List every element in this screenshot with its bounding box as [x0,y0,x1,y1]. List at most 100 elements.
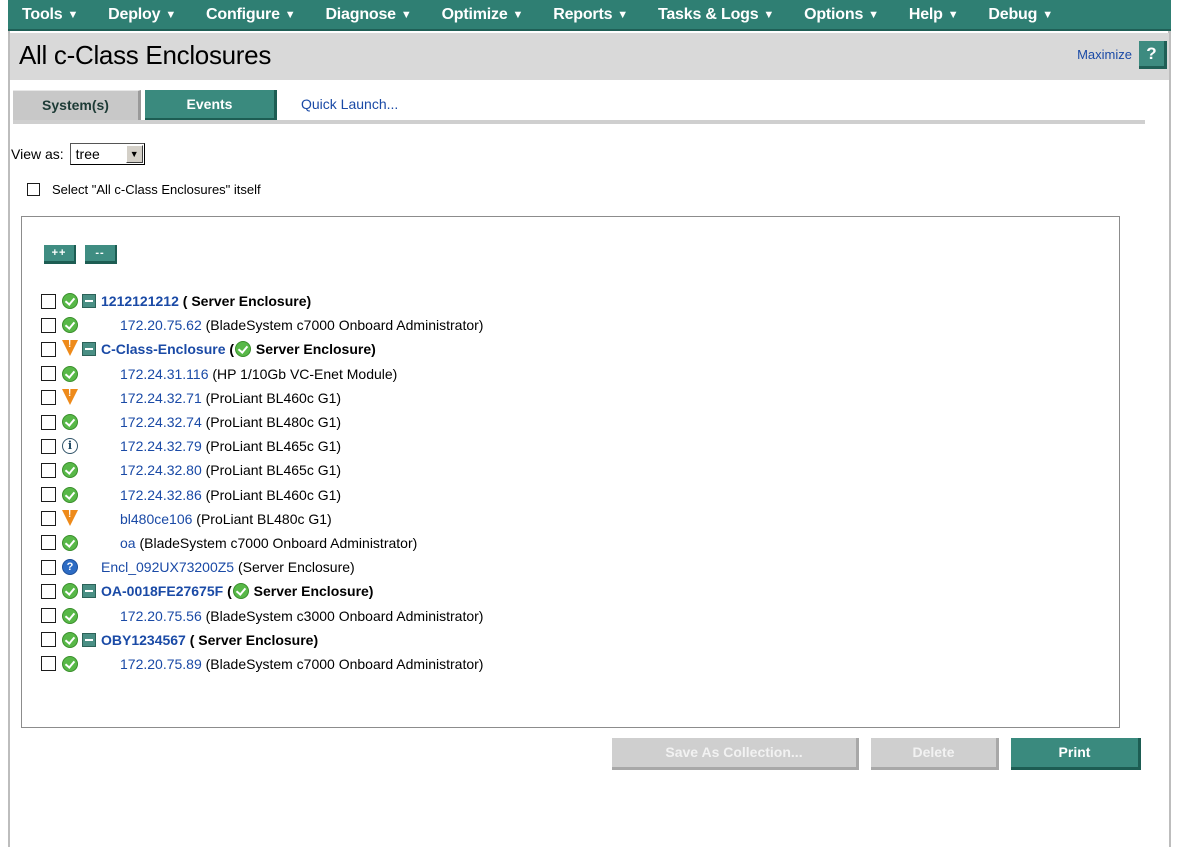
collapse-icon[interactable] [82,584,96,599]
view-as-control: View as: tree ▼ [11,143,145,165]
dropdown-arrow-icon[interactable]: ▼ [125,145,143,163]
tree-parent-row: 1212121212 ( Server Enclosure) [41,289,483,313]
row-description: (BladeSystem c7000 Onboard Administrator… [201,317,484,334]
chevron-down-icon: ▼ [763,8,775,21]
status-warning-icon [62,339,78,357]
maximize-link[interactable]: Maximize [1077,47,1132,62]
tree-row-label: 172.24.32.71 (ProLiant BL460c G1) [120,390,341,406]
quick-launch-link[interactable]: Quick Launch... [301,96,398,112]
row-checkbox[interactable] [41,511,56,527]
tree-row: 172.24.32.86 (ProLiant BL460c G1) [41,483,483,507]
menu-deploy[interactable]: Deploy ▼ [108,6,176,24]
system-link[interactable]: 172.24.32.80 [120,462,202,478]
chevron-down-icon: ▼ [400,8,412,21]
tree-row-label: 172.24.32.80 (ProLiant BL465c G1) [120,462,341,478]
menu-tasks-logs[interactable]: Tasks & Logs ▼ [658,6,774,24]
menu-options[interactable]: Options ▼ [804,6,879,24]
tree-row: i 172.24.32.79 (ProLiant BL465c G1) [41,434,483,458]
row-checkbox[interactable] [41,559,56,575]
system-link[interactable]: 1212121212 [101,293,179,309]
row-checkbox[interactable] [41,608,56,624]
system-link[interactable]: oa [120,535,136,551]
system-link[interactable]: 172.20.75.89 [120,656,202,672]
menu-label: Tasks & Logs [657,5,759,23]
row-checkbox[interactable] [41,462,56,478]
tree-parent-row: OA-0018FE27675F ( Server Enclosure) [41,579,483,603]
system-link[interactable]: 172.24.32.86 [120,487,202,503]
row-checkbox[interactable] [41,414,56,430]
row-checkbox[interactable] [41,366,56,382]
menu-tools[interactable]: Tools ▼ [22,6,78,24]
chevron-down-icon: ▼ [947,8,959,21]
system-link[interactable]: C-Class-Enclosure [101,341,225,357]
row-checkbox[interactable] [41,341,56,357]
row-description: (HP 1/10Gb VC-Enet Module) [208,365,398,382]
status-warning-icon [62,509,78,526]
system-link[interactable]: OBY1234567 [101,632,186,648]
delete-button[interactable]: Delete [871,738,999,770]
tree-row: 172.24.32.71 (ProLiant BL460c G1) [41,386,483,410]
row-checkbox[interactable] [41,535,56,551]
row-description: Server Enclosure) [249,583,374,600]
tree-parent-row: OBY1234567 ( Server Enclosure) [41,628,483,652]
tree-row: 172.24.32.80 (ProLiant BL465c G1) [41,458,483,482]
tree-panel: ++ -- 1212121212 ( Server Enclosure) 172.… [21,216,1120,728]
collapse-icon[interactable] [82,342,96,357]
row-checkbox[interactable] [41,632,56,648]
row-checkbox[interactable] [41,438,56,454]
status-ok-icon [62,655,78,672]
tree-row-label: oa (BladeSystem c7000 Onboard Administra… [120,535,417,551]
system-link[interactable]: 172.24.32.71 [120,390,202,406]
system-link[interactable]: OA-0018FE27675F [101,583,223,599]
row-checkbox[interactable] [41,583,56,599]
tree-row: ? Encl_092UX73200Z5 (Server Enclosure) [41,555,483,579]
view-as-label: View as: [11,146,64,162]
system-link[interactable]: 172.24.31.116 [120,366,209,382]
menu-optimize[interactable]: Optimize ▼ [442,6,524,24]
row-checkbox[interactable] [41,656,56,672]
tree-row: 172.20.75.89 (BladeSystem c7000 Onboard … [41,652,483,676]
tree-row-label: 172.24.32.86 (ProLiant BL460c G1) [120,487,341,503]
save-as-collection-button[interactable]: Save As Collection... [612,738,859,770]
view-as-select[interactable]: tree ▼ [69,143,145,165]
system-link[interactable]: 172.20.75.56 [120,608,202,624]
row-checkbox[interactable] [41,317,56,333]
expand-all-button[interactable]: ++ [44,245,76,264]
system-link[interactable]: 172.24.32.79 [120,438,202,454]
system-link[interactable]: bl480ce106 [120,511,192,527]
tab-systems[interactable]: System(s) [13,90,141,120]
system-link[interactable]: 172.24.32.74 [120,414,202,430]
collapse-icon[interactable] [82,632,96,647]
tree-row-label: OA-0018FE27675F ( Server Enclosure) [101,583,374,600]
menu-configure[interactable]: Configure ▼ [206,6,296,24]
collapse-icon[interactable] [82,294,96,309]
row-checkbox[interactable] [41,487,56,503]
select-all-checkbox[interactable] [27,183,40,196]
tree-row-label: 172.24.32.74 (ProLiant BL480c G1) [120,414,341,430]
menu-help[interactable]: Help ▼ [909,6,959,24]
menu-debug[interactable]: Debug ▼ [988,5,1053,24]
menu-diagnose[interactable]: Diagnose ▼ [325,6,411,24]
tab-events[interactable]: Events [145,90,277,120]
tree-row-label: Encl_092UX73200Z5 (Server Enclosure) [101,559,355,575]
system-link[interactable]: Encl_092UX73200Z5 [101,559,234,575]
tree-row: oa (BladeSystem c7000 Onboard Administra… [41,531,483,555]
status-ok-icon [62,293,78,310]
row-checkbox[interactable] [41,293,56,309]
collapse-all-button[interactable]: -- [85,245,117,264]
menu-reports[interactable]: Reports ▼ [553,6,628,24]
status-ok-icon [62,414,78,431]
row-checkbox[interactable] [41,390,56,406]
menu-label: Deploy [108,5,161,23]
help-button[interactable]: ? [1139,41,1167,69]
tree-row: 172.24.31.116 (HP 1/10Gb VC-Enet Module) [41,362,483,386]
row-description: (Server Enclosure) [234,559,355,576]
menu-label: Debug [988,5,1038,23]
status-ok-icon [235,341,252,358]
print-button[interactable]: Print [1011,738,1141,770]
view-as-selected-value: tree [75,146,100,162]
tree-row: 172.20.75.56 (BladeSystem c3000 Onboard … [41,603,483,627]
status-warning-icon [62,388,78,405]
action-buttons: Save As Collection... Delete Print [612,738,1153,770]
system-link[interactable]: 172.20.75.62 [120,317,202,333]
